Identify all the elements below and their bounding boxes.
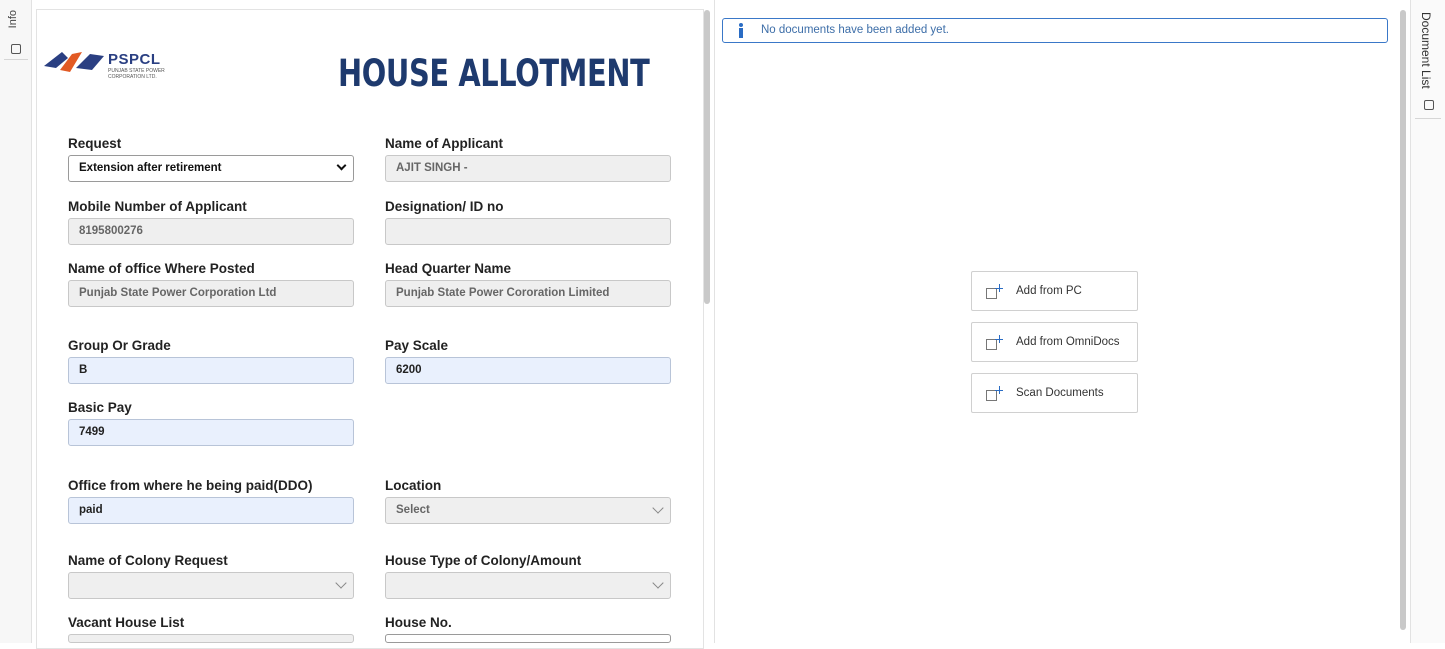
document-list-tab-label: Document List xyxy=(1419,12,1433,89)
add-from-pc-button[interactable]: Add from PC xyxy=(971,271,1138,311)
chevron-down-icon xyxy=(652,502,664,514)
vacant-house-label: Vacant House List xyxy=(68,615,185,630)
basic-pay-field[interactable]: 7499 xyxy=(68,419,354,446)
documents-scrollbar[interactable] xyxy=(1400,10,1406,630)
left-side-rail: Info xyxy=(0,0,32,643)
tab-separator xyxy=(1415,118,1441,119)
request-label: Request xyxy=(68,136,122,151)
notice-text: No documents have been added yet. xyxy=(761,24,949,36)
add-document-icon xyxy=(986,335,1003,351)
mobile-field[interactable]: 8195800276 xyxy=(68,218,354,245)
scan-documents-button[interactable]: Scan Documents xyxy=(971,373,1138,413)
request-select-value: Extension after retirement xyxy=(79,162,222,174)
info-icon xyxy=(738,23,744,38)
house-no-field[interactable] xyxy=(385,634,671,643)
basic-pay-label: Basic Pay xyxy=(68,400,132,415)
add-from-pc-label: Add from PC xyxy=(1016,285,1082,297)
panel-divider xyxy=(714,0,715,643)
add-document-icon xyxy=(986,284,1003,300)
document-list-tab[interactable]: Document List xyxy=(1411,0,1445,643)
pay-scale-field[interactable]: 6200 xyxy=(385,357,671,384)
info-icon xyxy=(11,44,21,54)
info-tab-label: Info xyxy=(7,10,19,29)
house-type-select[interactable] xyxy=(385,572,671,599)
group-grade-label: Group Or Grade xyxy=(68,338,171,353)
colony-request-select[interactable] xyxy=(68,572,354,599)
house-type-label: House Type of Colony/Amount xyxy=(385,553,582,568)
designation-label: Designation/ ID no xyxy=(385,199,504,214)
info-tab[interactable]: Info xyxy=(4,4,28,60)
office-posted-label: Name of office Where Posted xyxy=(68,261,255,276)
add-from-omnidocs-button[interactable]: Add from OmniDocs xyxy=(971,322,1138,362)
mobile-label: Mobile Number of Applicant xyxy=(68,199,247,214)
request-select[interactable]: Extension after retirement xyxy=(68,155,354,182)
chevron-down-icon xyxy=(336,160,347,171)
add-from-omnidocs-label: Add from OmniDocs xyxy=(1016,336,1120,348)
page-title: HOUSE ALLOTMENT xyxy=(338,52,650,95)
ddo-office-field[interactable]: paid xyxy=(68,497,354,524)
head-quarter-field[interactable]: Punjab State Power Cororation Limited xyxy=(385,280,671,307)
applicant-name-field[interactable]: AJIT SINGH - xyxy=(385,155,671,182)
chevron-down-icon xyxy=(335,577,347,589)
logo-text: PSPCL xyxy=(108,51,161,68)
house-no-label: House No. xyxy=(385,615,452,630)
form-scrollbar[interactable] xyxy=(704,10,710,304)
applicant-name-label: Name of Applicant xyxy=(385,136,504,151)
no-documents-notice: No documents have been added yet. xyxy=(722,18,1388,43)
location-label: Location xyxy=(385,478,442,493)
colony-request-label: Name of Colony Request xyxy=(68,553,228,568)
pay-scale-label: Pay Scale xyxy=(385,338,449,353)
location-select-value: Select xyxy=(396,504,430,516)
ddo-office-label: Office from where he being paid(DDO) xyxy=(68,478,313,493)
scan-documents-label: Scan Documents xyxy=(1016,387,1104,399)
designation-field[interactable] xyxy=(385,218,671,245)
location-select[interactable]: Select xyxy=(385,497,671,524)
chevron-down-icon xyxy=(652,577,664,589)
documents-icon xyxy=(1424,100,1434,110)
group-grade-field[interactable]: B xyxy=(68,357,354,384)
head-quarter-label: Head Quarter Name xyxy=(385,261,512,276)
vacant-house-select[interactable] xyxy=(68,634,354,643)
logo-subtext: PUNJAB STATE POWER CORPORATION LTD. xyxy=(108,68,165,80)
scan-document-icon xyxy=(986,386,1003,402)
office-posted-field[interactable]: Punjab State Power Corporation Ltd xyxy=(68,280,354,307)
